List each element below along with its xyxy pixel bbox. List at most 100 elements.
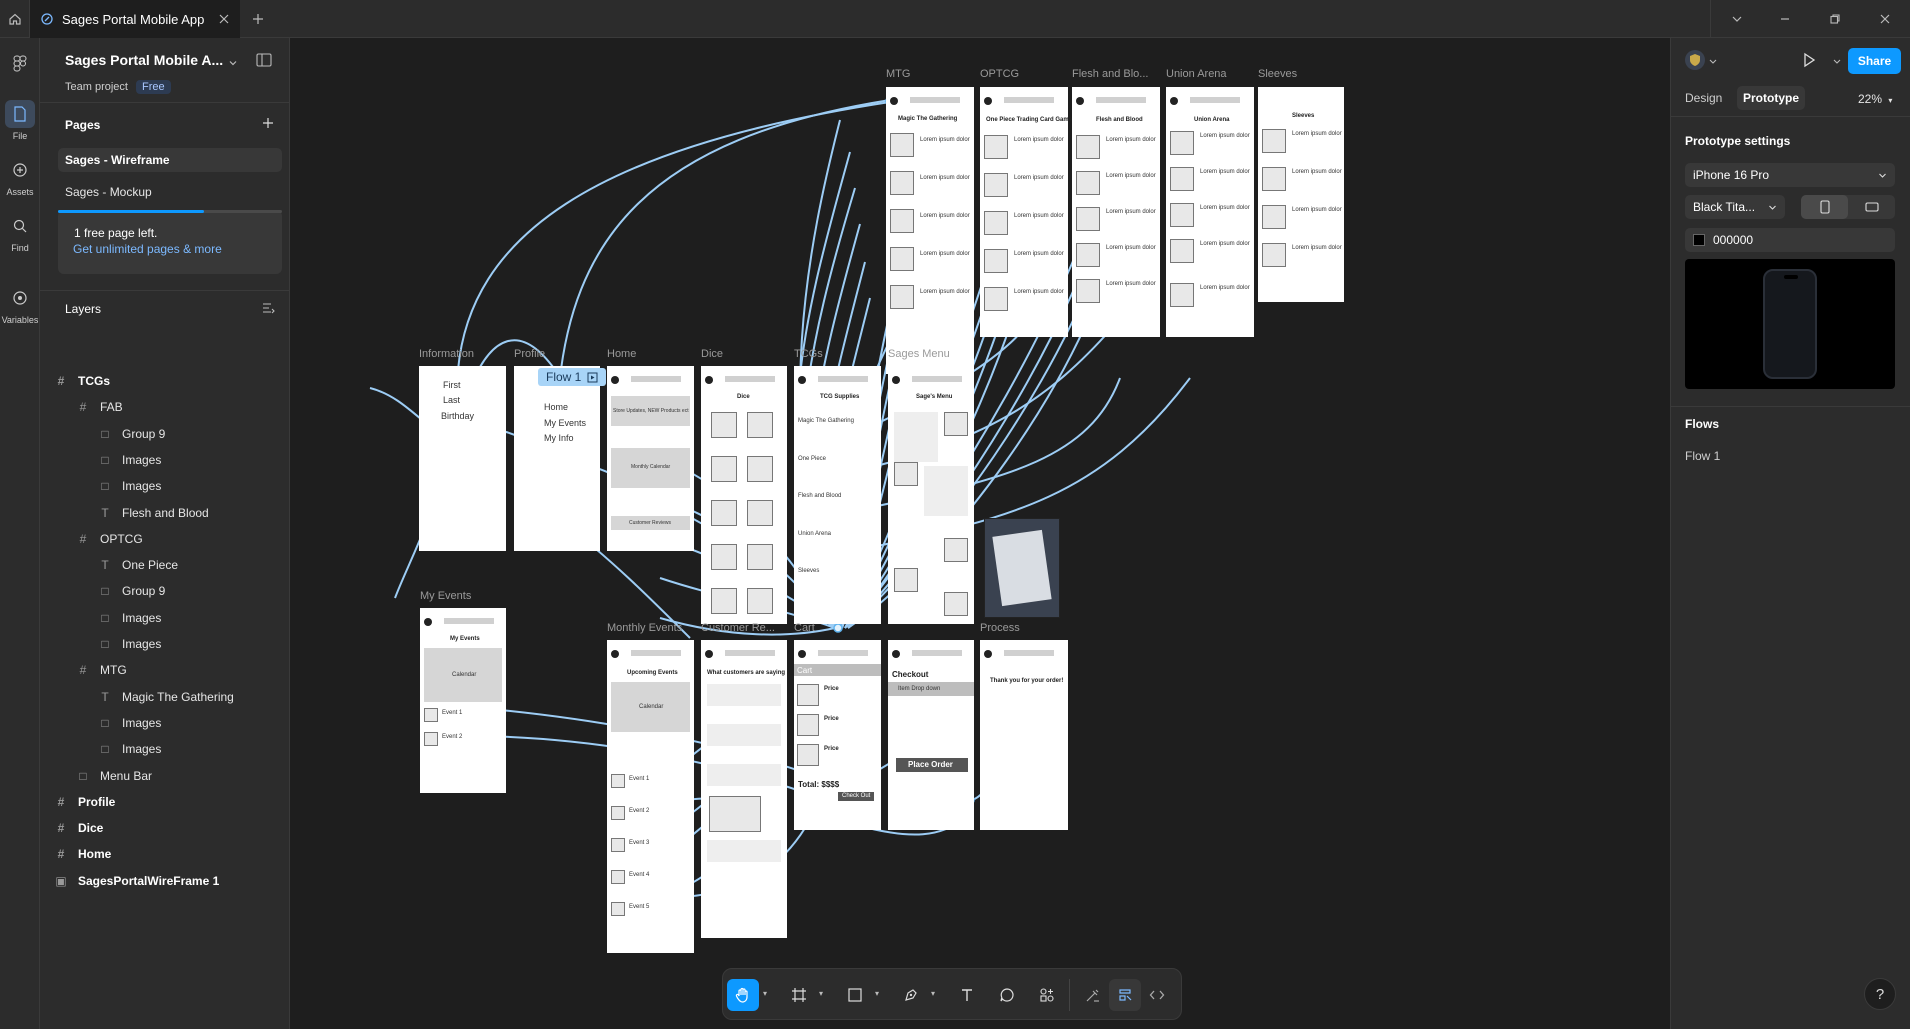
project-title[interactable]: Sages Portal Mobile A... <box>65 52 223 68</box>
present-chevron-icon[interactable] <box>1833 57 1841 65</box>
layer-item[interactable]: # Dice <box>54 816 104 840</box>
frame-label-profile[interactable]: Profile <box>514 348 545 360</box>
frame-tool-caret-icon[interactable]: ▾ <box>819 989 823 998</box>
frame-label-dice[interactable]: Dice <box>701 348 723 360</box>
frame-home[interactable]: Store Updates, NEW Products ect Monthly … <box>607 366 694 551</box>
plan-badge[interactable]: Free <box>135 80 171 94</box>
layer-item[interactable]: T Flesh and Blood <box>98 501 208 525</box>
layer-item[interactable]: # MTG <box>76 658 127 682</box>
frame-label-customer-reviews[interactable]: Customer Re... <box>701 622 775 634</box>
frame-label-monthly-events[interactable]: Monthly Events <box>607 622 682 634</box>
model-select[interactable]: Black Tita... <box>1685 195 1785 219</box>
pen-tool[interactable] <box>895 979 927 1011</box>
frame-label-process[interactable]: Process <box>980 622 1020 634</box>
hand-tool-caret-icon[interactable]: ▾ <box>763 989 767 998</box>
frame-label-home[interactable]: Home <box>607 348 636 360</box>
frame-label-sages-menu[interactable]: Sages Menu <box>888 348 950 360</box>
tab-prototype[interactable]: Prototype <box>1737 86 1806 110</box>
actions-tool[interactable] <box>1031 979 1063 1011</box>
frame-label-optcg[interactable]: OPTCG <box>980 68 1019 80</box>
frame-process[interactable]: Thank you for your order! <box>980 640 1068 830</box>
frame-tool[interactable] <box>783 979 815 1011</box>
frame-label-tcgs[interactable]: TCGs <box>794 348 823 360</box>
layer-item[interactable]: T Magic The Gathering <box>98 685 234 709</box>
layer-item[interactable]: ▣ SagesPortalWireFrame 1 <box>54 869 219 893</box>
close-icon[interactable] <box>218 13 230 25</box>
frame-customer-reviews[interactable]: What customers are saying <box>701 640 787 938</box>
frame-information[interactable]: First Last Birthday <box>419 366 506 551</box>
minimize-button[interactable] <box>1760 0 1810 38</box>
frame-dice[interactable]: Dice <box>701 366 787 624</box>
layer-item[interactable]: # OPTCG <box>76 527 143 551</box>
frame-label-information[interactable]: Information <box>419 348 474 360</box>
frame-my-events[interactable]: My Events Calendar Event 1 Event 2 <box>420 608 506 793</box>
restore-button[interactable] <box>1810 0 1860 38</box>
layer-item[interactable]: □ Images <box>98 737 161 761</box>
frame-profile[interactable]: Home My Events My Info <box>514 366 600 551</box>
portrait-button[interactable] <box>1801 195 1848 219</box>
zoom-level[interactable]: 22% ▾ <box>1858 92 1892 106</box>
add-page-icon[interactable] <box>262 117 274 129</box>
frame-sages-menu[interactable]: Sage's Menu <box>888 366 974 624</box>
layer-item[interactable]: □ Images <box>98 474 161 498</box>
frame-checkout[interactable]: Checkout Item Drop down Place Order <box>888 640 974 830</box>
layer-item[interactable]: # TCGs <box>54 369 110 393</box>
flow-item[interactable]: Flow 1 <box>1685 449 1720 463</box>
tabs-dropdown-button[interactable] <box>1712 0 1762 38</box>
flow-start-badge[interactable]: Flow 1 <box>538 368 607 386</box>
hand-tool[interactable] <box>727 979 759 1011</box>
design-canvas[interactable]: MTG Magic The Gathering Lorem ipsum dolo… <box>290 38 1670 1029</box>
frame-sleeves[interactable]: Sleeves Lorem ipsum dolor Lorem ipsum do… <box>1258 87 1344 302</box>
project-chevron-icon[interactable] <box>228 58 238 68</box>
frame-label-mtg[interactable]: MTG <box>886 68 910 80</box>
shape-tool[interactable] <box>839 979 871 1011</box>
reference-photo[interactable] <box>984 518 1060 618</box>
layers-options-icon[interactable] <box>262 302 275 314</box>
frame-label-union-arena[interactable]: Union Arena <box>1166 68 1227 80</box>
file-tab[interactable]: Sages Portal Mobile App <box>30 0 240 38</box>
frame-label-sleeves[interactable]: Sleeves <box>1258 68 1297 80</box>
share-button[interactable]: Share <box>1848 48 1901 74</box>
main-menu-button[interactable] <box>0 50 40 78</box>
pen-tool-caret-icon[interactable]: ▾ <box>931 989 935 998</box>
layer-item[interactable]: □ Group 9 <box>98 422 165 446</box>
rail-variables[interactable]: Variables <box>0 284 40 325</box>
avatar-chevron-icon[interactable] <box>1709 57 1717 65</box>
new-tab-button[interactable] <box>248 9 268 29</box>
frame-union-arena[interactable]: Union Arena Lorem ipsum dolor Lorem ipsu… <box>1166 87 1254 337</box>
toggle-sidebar-icon[interactable] <box>256 53 272 67</box>
text-tool[interactable] <box>951 979 983 1011</box>
layer-item[interactable]: # Home <box>54 842 112 866</box>
landscape-button[interactable] <box>1848 195 1895 219</box>
page-item-wireframe[interactable]: Sages - Wireframe <box>58 148 282 172</box>
layer-item[interactable]: □ Images <box>98 632 161 656</box>
layer-item[interactable]: □ Images <box>98 711 161 735</box>
layer-item[interactable]: □ Images <box>98 606 161 630</box>
comment-tool[interactable] <box>991 979 1023 1011</box>
layer-item[interactable]: # FAB <box>76 395 123 419</box>
rail-find[interactable]: Find <box>0 212 40 253</box>
tab-design[interactable]: Design <box>1679 86 1728 110</box>
background-color-field[interactable]: 000000 <box>1685 228 1895 252</box>
frame-mtg[interactable]: Magic The Gathering Lorem ipsum dolor Lo… <box>886 87 974 374</box>
close-window-button[interactable] <box>1860 0 1910 38</box>
home-button[interactable] <box>0 0 30 38</box>
frame-flesh-and-blood[interactable]: Flesh and Blood Lorem ipsum dolor Lorem … <box>1072 87 1160 337</box>
draw-mode-button[interactable] <box>1077 979 1109 1011</box>
frame-label-my-events[interactable]: My Events <box>420 590 471 602</box>
dev-mode-button[interactable] <box>1141 979 1173 1011</box>
layer-item[interactable]: T One Piece <box>98 553 178 577</box>
layer-item[interactable]: □ Menu Bar <box>76 764 152 788</box>
frame-optcg[interactable]: One Piece Trading Card Game Lorem ipsum … <box>980 87 1072 337</box>
page-item-mockup[interactable]: Sages - Mockup <box>58 180 282 204</box>
help-button[interactable]: ? <box>1864 978 1896 1010</box>
layer-item[interactable]: □ Images <box>98 448 161 472</box>
frame-label-fab[interactable]: Flesh and Blo... <box>1072 68 1148 80</box>
rail-assets[interactable]: Assets <box>0 156 40 197</box>
present-play-icon[interactable] <box>1801 52 1817 68</box>
avatar[interactable] <box>1685 50 1705 70</box>
frame-cart[interactable]: Cart Price Price Price Total: $$$$ Check… <box>794 640 881 830</box>
layer-item[interactable]: □ Group 9 <box>98 579 165 603</box>
rail-file[interactable]: File <box>0 100 40 141</box>
frame-label-cart[interactable]: Cart <box>794 622 815 634</box>
